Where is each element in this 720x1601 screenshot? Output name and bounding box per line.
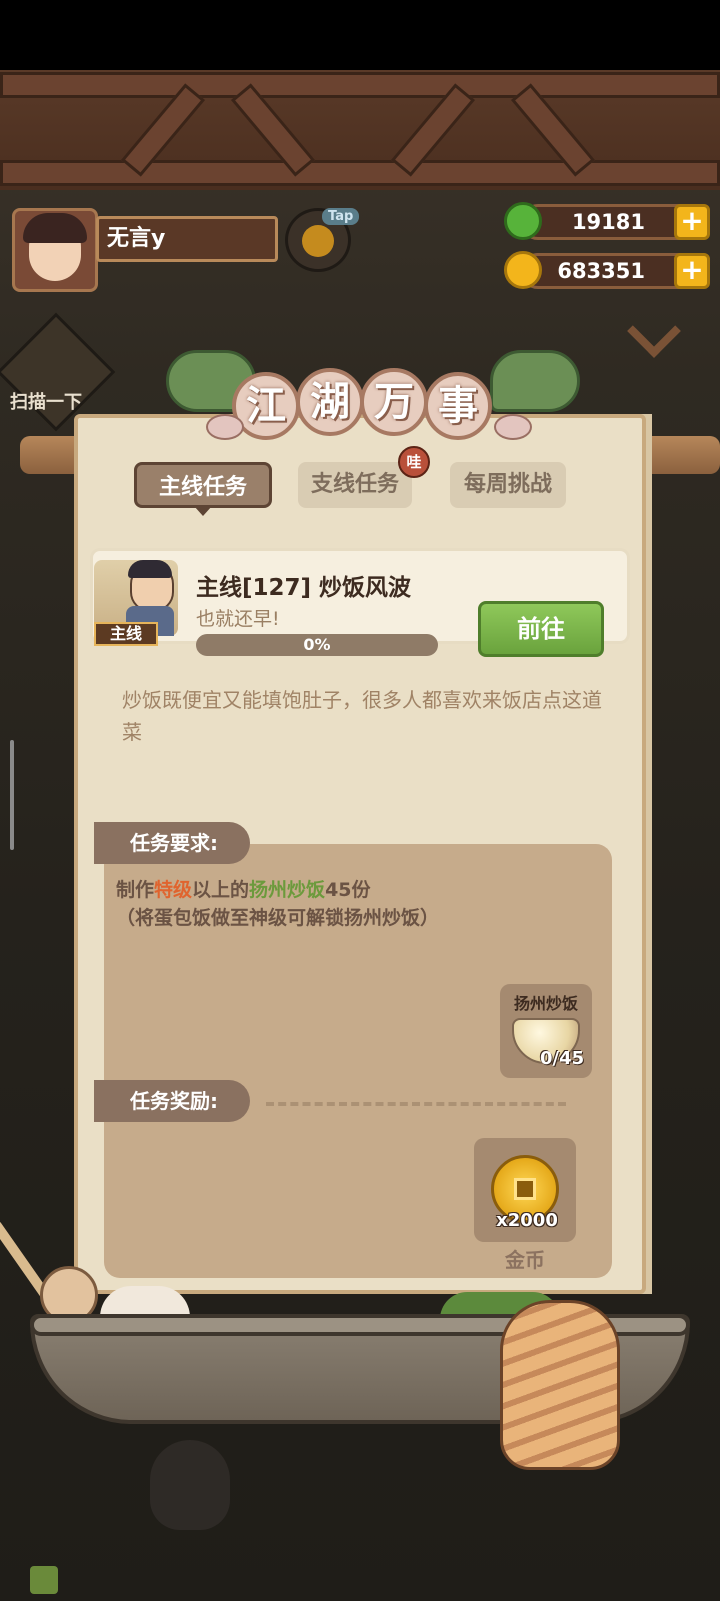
notification-badge: 哇 (398, 446, 430, 478)
jade-icon (504, 202, 542, 240)
rewards-label: 任务奖励: (94, 1080, 250, 1122)
quest-progress-label: 0% (303, 635, 331, 654)
requirements-line-2: （将蛋包饭做至神级可解锁扬州炒饭） (116, 907, 440, 929)
requirements-line-1: 制作特级以上的扬州炒饭45份 (116, 876, 596, 904)
tab-main-quests[interactable]: 主线任务 (134, 462, 272, 508)
penguin-npc (150, 1440, 230, 1530)
required-item-count: 0/45 (540, 1048, 585, 1069)
scan-label[interactable]: 扫描一下 (10, 388, 110, 414)
coin-counter: 683351 (520, 253, 698, 289)
leaf-decoration-right (490, 350, 580, 412)
tab-weekly-challenge[interactable]: 每周挑战 (450, 462, 566, 508)
required-item-name: 扬州炒饭 (513, 994, 578, 1013)
jade-counter: 19181 (520, 204, 698, 240)
quest-title: 主线[127] 炒饭风波 (196, 575, 412, 601)
npc-hair (128, 560, 172, 578)
tab-side-quests[interactable]: 支线任务 (298, 462, 412, 508)
requirements-label: 任务要求: (94, 822, 250, 864)
add-jade-button[interactable]: + (674, 204, 710, 240)
title-char-3: 万 (360, 368, 428, 436)
tab-active-pointer (194, 506, 212, 516)
title-char-2: 湖 (296, 368, 364, 436)
status-bar (0, 0, 720, 70)
req-dish: 扬州炒饭 (249, 879, 326, 901)
tap-tag: Tap (322, 208, 360, 225)
player-avatar[interactable] (12, 208, 98, 292)
coin-hole (514, 1178, 536, 1200)
player-name: 无言y (96, 216, 278, 262)
avatar-hair (23, 213, 87, 243)
scroll-indicator (10, 740, 14, 850)
requirements-text: 制作特级以上的扬州炒饭45份 （将蛋包饭做至神级可解锁扬州炒饭） (116, 876, 596, 932)
quest-subtitle: 也就还早! (196, 608, 280, 630)
req-mid: 以上的 (192, 879, 250, 901)
reward-amount: x2000 (496, 1210, 558, 1231)
reward-name: 金币 (505, 1248, 545, 1272)
req-prefix: 制作 (116, 879, 155, 901)
quest-type-tag: 主线 (94, 622, 158, 646)
req-suffix: 45份 (325, 879, 371, 901)
go-button[interactable]: 前往 (478, 601, 604, 657)
dumpling-decoration (494, 414, 532, 440)
corner-icon[interactable] (30, 1566, 58, 1594)
tap-mascot-icon (302, 225, 334, 257)
quest-description: 炒饭既便宜又能填饱肚子，很多人都喜欢来饭店点这道菜 (122, 688, 602, 744)
req-grade: 特级 (154, 879, 193, 901)
cat-mascot (500, 1300, 620, 1470)
coin-icon (504, 251, 542, 289)
dumpling-decoration (206, 414, 244, 440)
divider (266, 1102, 566, 1106)
title-char-4: 事 (424, 372, 492, 440)
add-coin-button[interactable]: + (674, 253, 710, 289)
roof-beams (0, 70, 720, 190)
